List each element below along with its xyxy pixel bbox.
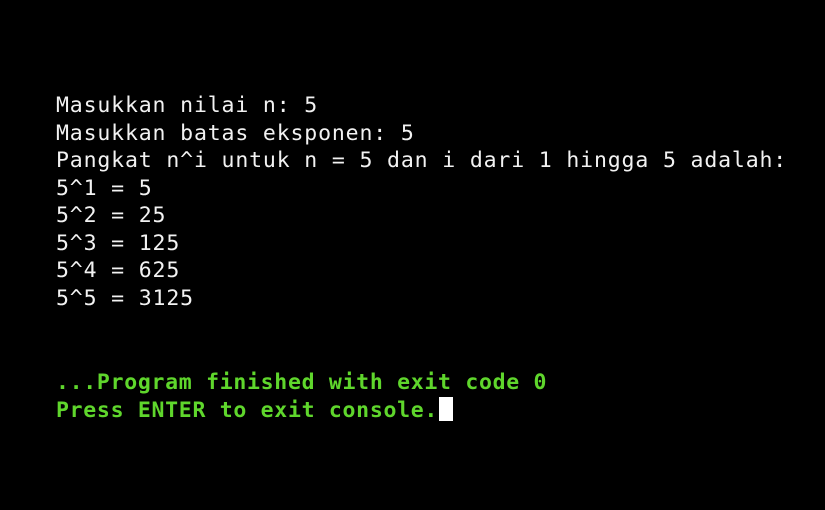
console-footer-block: ...Program finished with exit code 0 Pre… <box>56 369 547 424</box>
console-output-block: Masukkan nilai n: 5 Masukkan batas ekspo… <box>56 92 816 312</box>
terminal-console[interactable]: Masukkan nilai n: 5 Masukkan batas ekspo… <box>0 0 825 510</box>
output-line-input-n: Masukkan nilai n: 5 <box>56 93 319 118</box>
output-line-power-5: 5^5 = 3125 <box>56 285 194 311</box>
press-enter-row: Press ENTER to exit console. <box>56 396 547 425</box>
program-finished-message: ...Program finished with exit code 0 <box>56 370 548 395</box>
press-enter-message: Press ENTER to exit console. <box>56 397 439 423</box>
output-line-power-1: 5^1 = 5 <box>56 175 153 201</box>
output-line-input-exponent: Masukkan batas eksponen: 5 <box>56 120 415 146</box>
output-line-power-4: 5^4 = 625 <box>56 258 181 283</box>
output-line-result-header: Pangkat n^i untuk n = 5 dan i dari 1 hin… <box>56 148 788 173</box>
output-line-power-3: 5^3 = 125 <box>56 230 181 256</box>
text-cursor-block <box>439 396 454 421</box>
output-line-power-2: 5^2 = 25 <box>56 203 167 228</box>
